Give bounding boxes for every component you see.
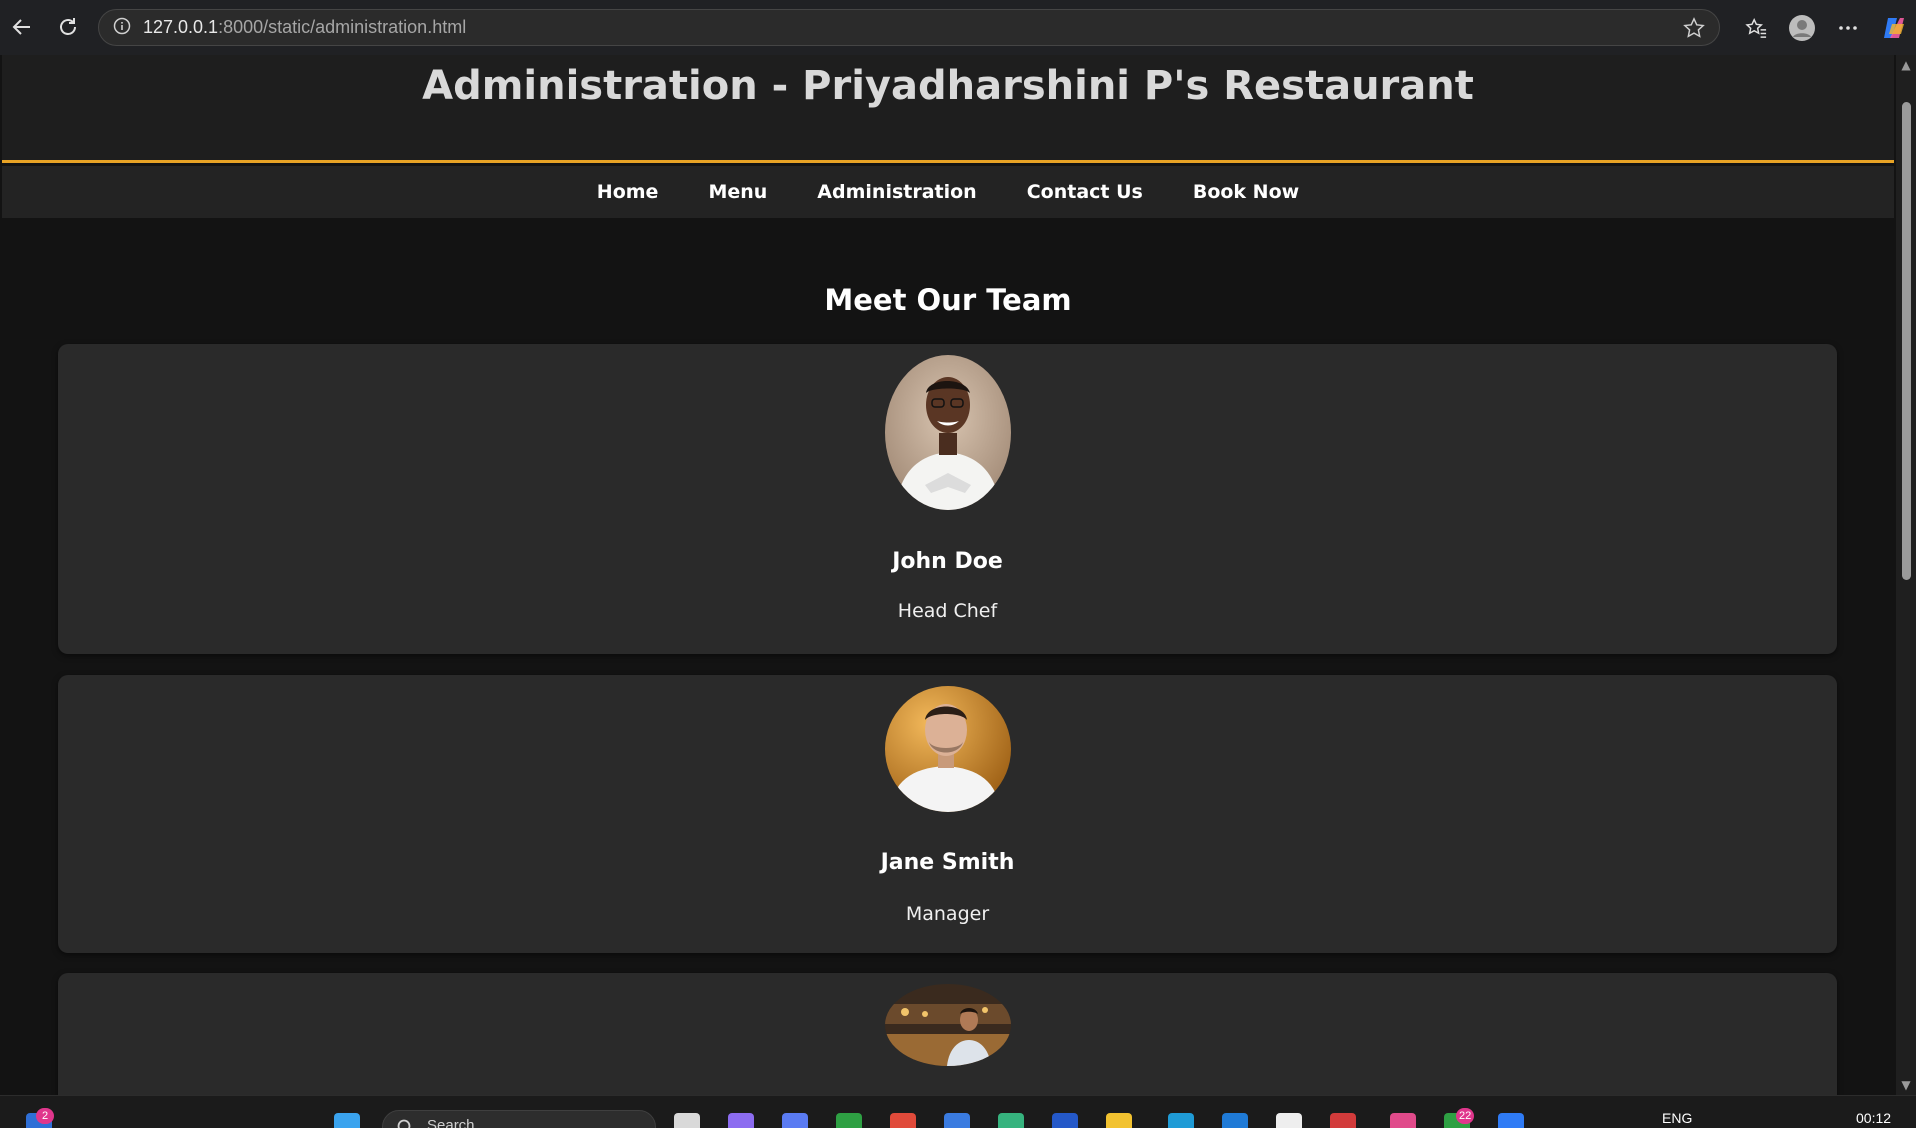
back-icon[interactable]	[0, 5, 44, 49]
url-text[interactable]: 127.0.0.1:8000/static/administration.htm…	[143, 17, 466, 38]
main-nav: Home Menu Administration Contact Us Book…	[2, 166, 1894, 218]
nav-administration-link[interactable]: Administration	[817, 181, 976, 203]
team-member-name: John Doe	[892, 549, 1003, 574]
favorite-star-icon[interactable]	[1683, 17, 1705, 43]
widgets-badge: 2	[36, 1108, 54, 1124]
scroll-up-arrow[interactable]: ▲	[1900, 59, 1912, 71]
team-member-name: Jane Smith	[880, 850, 1015, 875]
taskbar-search-box[interactable]: Search	[382, 1110, 656, 1128]
refresh-icon[interactable]	[46, 5, 90, 49]
language-indicator[interactable]: ENG	[1662, 1110, 1692, 1126]
team-member-role: Manager	[905, 903, 990, 925]
edge-browser-icon[interactable]	[1168, 1113, 1194, 1128]
app-icon[interactable]	[1330, 1113, 1356, 1128]
file-explorer-icon[interactable]	[674, 1113, 700, 1128]
search-icon	[397, 1119, 411, 1128]
app-icon[interactable]	[836, 1113, 862, 1128]
scrollbar-thumb[interactable]	[1902, 102, 1911, 580]
chatgpt-icon[interactable]	[1276, 1113, 1302, 1128]
address-bar[interactable]: 127.0.0.1:8000/static/administration.htm…	[98, 9, 1720, 46]
copilot-app-icon[interactable]	[728, 1113, 754, 1128]
url-path: :8000/static/administration.html	[218, 17, 467, 37]
profile-avatar-icon[interactable]	[1780, 6, 1824, 50]
team-card: John Doe Head Chef	[58, 344, 1837, 654]
team-member-photo	[884, 355, 1011, 510]
url-host: 127.0.0.1	[143, 17, 219, 37]
team-card	[58, 973, 1837, 1095]
site-info-icon[interactable]	[113, 17, 131, 39]
app-icon[interactable]	[1498, 1113, 1524, 1128]
page-viewport: Administration - Priyadharshini P's Rest…	[0, 55, 1896, 1095]
app-icon[interactable]	[1390, 1113, 1416, 1128]
team-card: Jane Smith Manager	[58, 675, 1837, 953]
nav-book-now-link[interactable]: Book Now	[1193, 181, 1299, 203]
nav-menu-link[interactable]: Menu	[708, 181, 767, 203]
store-icon[interactable]	[944, 1113, 970, 1128]
site-header: Administration - Priyadharshini P's Rest…	[2, 55, 1894, 163]
start-icon[interactable]	[334, 1113, 360, 1128]
folder-icon[interactable]	[1106, 1113, 1132, 1128]
nav-home-link[interactable]: Home	[597, 181, 659, 203]
play-icon[interactable]	[998, 1113, 1024, 1128]
taskbar-search-placeholder: Search	[427, 1117, 475, 1128]
favorites-icon[interactable]	[1734, 6, 1778, 50]
page-title: Administration - Priyadharshini P's Rest…	[422, 63, 1474, 109]
copilot-icon[interactable]	[1872, 6, 1916, 50]
vscode-icon[interactable]	[1222, 1113, 1248, 1128]
nav-contact-link[interactable]: Contact Us	[1027, 181, 1143, 203]
team-member-photo	[884, 686, 1011, 812]
app-icon[interactable]	[890, 1113, 916, 1128]
browser-toolbar: 127.0.0.1:8000/static/administration.htm…	[0, 0, 1916, 55]
team-member-role: Head Chef	[897, 600, 998, 622]
team-member-photo	[884, 984, 1011, 1066]
app-icon[interactable]	[782, 1113, 808, 1128]
section-title: Meet Our Team	[824, 283, 1072, 317]
taskbar: 2 Search 22 ENG 00:12	[0, 1095, 1916, 1128]
app-badge: 22	[1456, 1108, 1475, 1124]
scroll-down-arrow[interactable]: ▼	[1900, 1079, 1912, 1091]
page-scrollbar[interactable]: ▲ ▼	[1896, 55, 1916, 1095]
app-icon[interactable]	[1052, 1113, 1078, 1128]
clock-time[interactable]: 00:12	[1856, 1110, 1891, 1126]
more-options-icon[interactable]	[1826, 6, 1870, 50]
